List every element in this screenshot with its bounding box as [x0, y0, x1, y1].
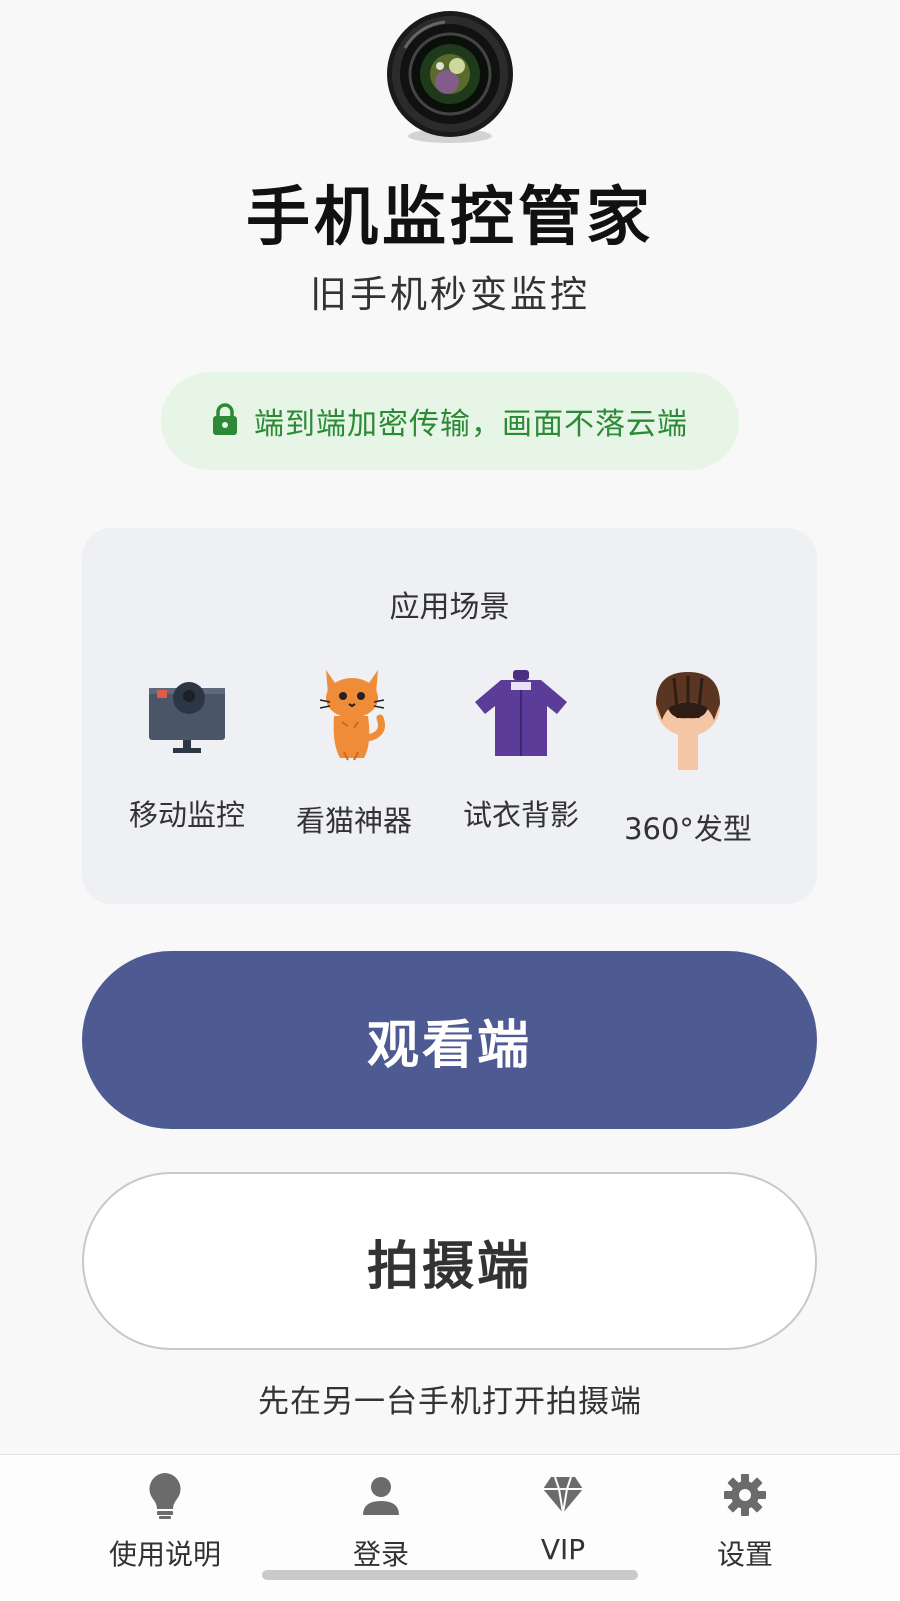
shirt-icon — [475, 670, 567, 756]
scenes-title: 应用场景 — [389, 590, 510, 625]
scene-item-fitting-back[interactable]: 试衣背影 — [436, 668, 606, 834]
nav-label: 登录 — [352, 1538, 409, 1571]
nav-label: 使用说明 — [108, 1538, 221, 1571]
scene-label: 试衣背影 — [462, 798, 579, 832]
diamond-icon — [543, 1476, 583, 1514]
viewer-button[interactable]: 观看端 — [82, 951, 817, 1129]
hairstyle-head-icon — [656, 672, 720, 770]
encryption-badge: 端到端加密传输，画面不落云端 — [161, 372, 739, 470]
cat-icon — [319, 670, 385, 761]
lightbulb-icon — [149, 1473, 181, 1519]
app-title: 手机监控管家 — [246, 181, 654, 255]
webcam-monitor-icon — [149, 682, 225, 753]
scene-label: 看猫神器 — [295, 804, 412, 838]
hint-text: 先在另一台手机打开拍摄端 — [258, 1384, 642, 1420]
scene-label: 移动监控 — [128, 798, 245, 832]
lock-icon — [212, 402, 238, 440]
scene-label: 360°发型 — [624, 812, 752, 846]
scene-item-hairstyle[interactable]: 360°发型 — [603, 668, 773, 848]
nav-item-login[interactable]: 登录 — [291, 1471, 471, 1573]
user-icon — [363, 1477, 399, 1515]
nav-label: 设置 — [716, 1538, 773, 1571]
gear-icon — [724, 1474, 766, 1516]
camera-button[interactable]: 拍摄端 — [82, 1172, 817, 1350]
nav-item-settings[interactable]: 设置 — [655, 1471, 835, 1573]
home-indicator[interactable] — [262, 1570, 638, 1580]
nav-item-vip[interactable]: VIP — [473, 1471, 653, 1566]
scene-item-cat-watch[interactable]: 看猫神器 — [269, 668, 439, 840]
nav-label: VIP — [540, 1533, 586, 1566]
app-subtitle: 旧手机秒变监控 — [310, 273, 590, 316]
encryption-text: 端到端加密传输，画面不落云端 — [254, 407, 688, 442]
nav-item-instructions[interactable]: 使用说明 — [75, 1471, 255, 1573]
scenes-card: 应用场景 移动监控 看猫神器 试衣背影 360°发型 — [82, 528, 817, 904]
camera-lens-icon — [385, 8, 515, 144]
scene-item-mobile-monitor[interactable]: 移动监控 — [102, 668, 272, 834]
